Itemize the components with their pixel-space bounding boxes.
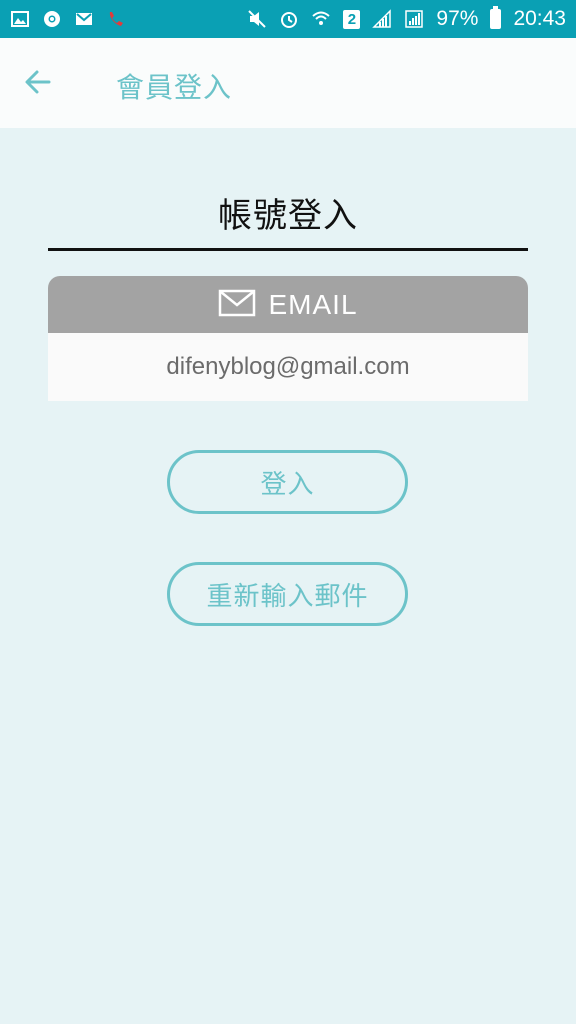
reenter-email-button[interactable]: 重新輸入郵件 — [167, 562, 408, 626]
sim-badge: 2 — [343, 9, 361, 29]
signal-icon-2 — [404, 9, 424, 29]
chrome-icon — [42, 9, 62, 29]
app-title: 會員登入 — [116, 71, 233, 104]
alarm-icon — [279, 9, 299, 29]
signal-icon-1 — [372, 9, 392, 29]
email-card-header: EMAIL — [48, 276, 528, 333]
envelope-icon — [218, 289, 256, 321]
status-bar-right: 2 97% 20:43 — [247, 6, 566, 31]
battery-icon — [490, 6, 502, 29]
email-header-label: EMAIL — [268, 288, 358, 320]
wifi-icon — [311, 9, 331, 29]
status-bar-left — [10, 9, 126, 29]
clock: 20:43 — [513, 7, 566, 30]
status-bar: 2 97% 20:43 — [0, 0, 576, 38]
mute-icon — [247, 9, 267, 29]
email-value: difenyblog@gmail.com — [166, 353, 410, 380]
email-field[interactable]: difenyblog@gmail.com — [48, 333, 528, 401]
app-bar: 會員登入 — [0, 38, 576, 128]
arrow-left-icon — [23, 67, 53, 101]
email-card: EMAIL difenyblog@gmail.com — [48, 276, 528, 401]
section-title: 帳號登入 — [218, 196, 358, 236]
gallery-icon — [10, 9, 30, 29]
missed-call-icon — [106, 9, 126, 29]
gmail-icon — [74, 9, 94, 29]
login-button[interactable]: 登入 — [167, 450, 408, 514]
battery-percent: 97% — [436, 7, 479, 30]
back-button[interactable] — [18, 64, 58, 104]
section-divider — [48, 248, 528, 251]
